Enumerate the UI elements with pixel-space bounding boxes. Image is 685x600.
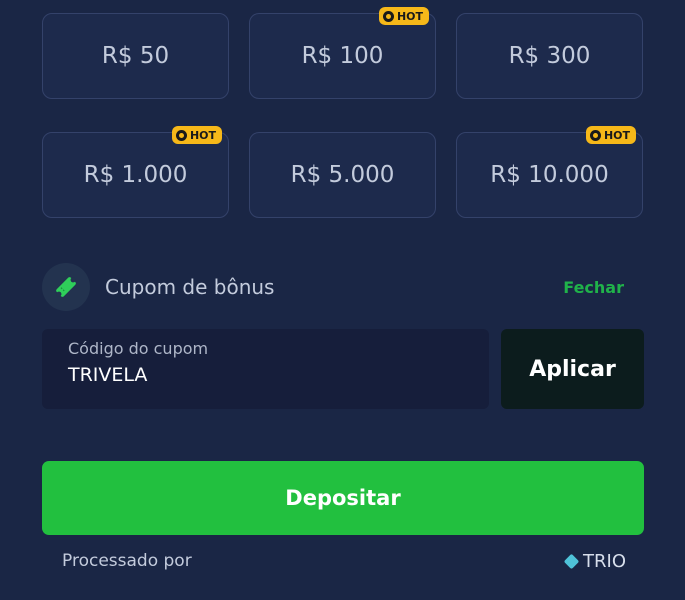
hot-label: HOT <box>189 128 216 142</box>
hot-label: HOT <box>396 9 423 23</box>
apply-label: Aplicar <box>529 356 616 382</box>
amount-label: R$ 100 <box>301 43 384 69</box>
deposit-button[interactable]: Depositar <box>42 461 644 535</box>
amount-label: R$ 300 <box>508 43 591 69</box>
ticket-icon <box>42 263 90 311</box>
coupon-label: Cupom de bônus <box>105 275 275 299</box>
amount-label: R$ 10.000 <box>490 162 609 188</box>
provider-logo: TRIO <box>563 550 626 572</box>
hot-badge: HOT <box>171 126 222 144</box>
apply-coupon-button[interactable]: Aplicar <box>501 329 644 409</box>
coupon-code-field[interactable]: Código do cupom TRIVELA <box>42 329 489 409</box>
flame-icon <box>382 10 394 22</box>
amount-button-10000[interactable]: R$ 10.000 HOT <box>456 126 643 218</box>
close-coupon-link[interactable]: Fechar <box>563 278 624 297</box>
hot-badge: HOT <box>585 126 636 144</box>
diamond-icon <box>563 553 580 569</box>
coupon-field-label: Código do cupom <box>68 339 209 358</box>
amount-button-100[interactable]: R$ 100 HOT <box>249 7 436 99</box>
flame-icon <box>589 129 601 141</box>
hot-label: HOT <box>603 128 630 142</box>
coupon-code-input[interactable]: TRIVELA <box>68 364 463 386</box>
deposit-label: Depositar <box>285 486 401 510</box>
amount-label: R$ 50 <box>101 43 170 69</box>
amount-button-50[interactable]: R$ 50 <box>42 13 229 99</box>
hot-badge: HOT <box>378 7 429 25</box>
processed-by-label: Processado por <box>62 551 192 571</box>
footer: Processado por TRIO <box>62 548 626 574</box>
amount-button-5000[interactable]: R$ 5.000 <box>249 132 436 218</box>
flame-icon <box>175 129 187 141</box>
coupon-row: Cupom de bônus Fechar <box>42 263 624 311</box>
amount-label: R$ 1.000 <box>83 162 188 188</box>
amount-label: R$ 5.000 <box>290 162 395 188</box>
amount-button-300[interactable]: R$ 300 <box>456 13 643 99</box>
provider-name: TRIO <box>583 550 626 572</box>
amount-button-1000[interactable]: R$ 1.000 HOT <box>42 126 229 218</box>
